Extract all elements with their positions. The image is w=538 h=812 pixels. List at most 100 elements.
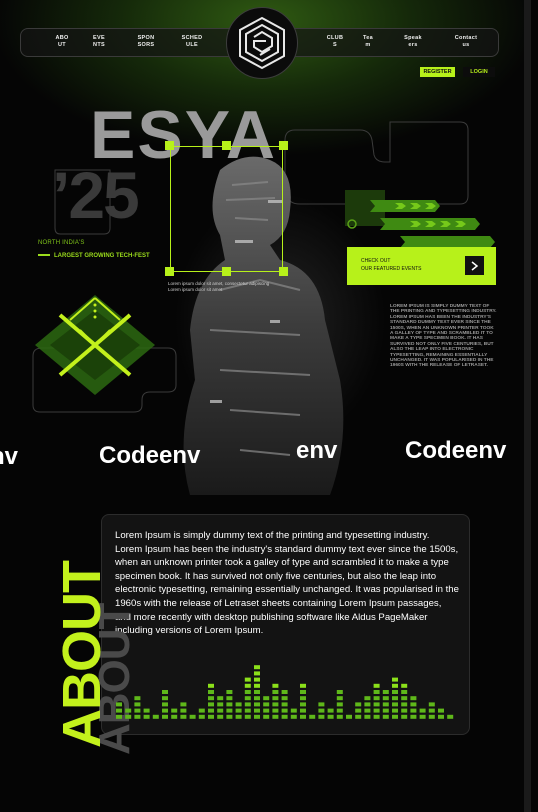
equalizer-segment [419, 714, 426, 719]
equalizer-segment [300, 696, 306, 701]
equalizer-segment [208, 714, 214, 719]
cta-text: CHECK OUT OUR FEATURED EVENTS [361, 257, 421, 273]
equalizer-segment [392, 677, 398, 682]
equalizer-segment [428, 702, 435, 707]
frame-handle [222, 141, 231, 150]
equalizer-segment [254, 690, 260, 694]
tagline-main: LARGEST GROWING TECH-FEST [54, 253, 150, 259]
equalizer-segment [364, 708, 371, 713]
equalizer-segment [401, 683, 408, 688]
equalizer-segment [254, 677, 260, 682]
equalizer-segment [254, 708, 260, 713]
equalizer-segment [162, 708, 168, 713]
equalizer-segment [244, 708, 251, 713]
equalizer-segment [401, 714, 408, 719]
equalizer-segment [134, 696, 141, 701]
equalizer-segment [392, 702, 398, 707]
equalizer-segment [290, 714, 297, 719]
equalizer-segment [355, 714, 362, 719]
marquee-text: env [296, 437, 338, 464]
equalizer-segment [300, 683, 306, 688]
equalizer-segment [244, 714, 251, 719]
marquee-text: nv [0, 443, 19, 470]
equalizer-segment [401, 696, 408, 701]
equalizer-segment [162, 696, 168, 701]
equalizer-segment [208, 690, 214, 694]
equalizer-segment [198, 714, 205, 719]
equalizer-segment [364, 702, 371, 707]
equalizer-segment [382, 690, 389, 694]
hero-selection-frame [170, 146, 283, 272]
equalizer-segment [392, 683, 398, 688]
equalizer-segment [116, 708, 122, 713]
equalizer-segment [272, 708, 279, 713]
equalizer-segment [254, 665, 260, 670]
equalizer-segment [162, 714, 168, 719]
equalizer-segment [116, 702, 122, 707]
frame-handle [165, 267, 174, 276]
equalizer-segment [171, 714, 178, 719]
equalizer-segment [134, 702, 141, 707]
equalizer-segment [336, 696, 343, 701]
equalizer-segment [318, 714, 325, 719]
equalizer-segment [235, 714, 242, 719]
equalizer-segment [373, 714, 380, 719]
equalizer-segment [300, 690, 306, 694]
page: ABO UT EVE NTS SPON SORS SCHED ULE CLUB … [0, 0, 531, 812]
cta-line-2: OUR FEATURED EVENTS [361, 266, 422, 272]
equalizer-segment [410, 714, 417, 719]
equalizer-segment [373, 708, 380, 713]
equalizer-segment [300, 702, 306, 707]
equalizer-segment [272, 683, 279, 688]
equalizer-segment [382, 714, 389, 719]
equalizer-segment [373, 696, 380, 701]
equalizer-segment [281, 714, 288, 719]
equalizer-segment [272, 702, 279, 707]
equalizer-segment [143, 708, 150, 713]
scrollbar[interactable] [524, 0, 531, 812]
equalizer-segment [382, 708, 389, 713]
equalizer-segment [410, 708, 417, 713]
equalizer-segment [217, 696, 224, 701]
equalizer-segment [125, 708, 132, 713]
equalizer-segment [438, 708, 444, 713]
equalizer-segment [263, 714, 270, 719]
equalizer-segment [281, 696, 288, 701]
equalizer-segment [226, 708, 233, 713]
equalizer-segment [208, 683, 214, 688]
equalizer-segment [208, 696, 214, 701]
equalizer-segment [272, 714, 279, 719]
frame-handle [279, 267, 288, 276]
equalizer-segment [281, 690, 288, 694]
featured-events-cta[interactable]: CHECK OUT OUR FEATURED EVENTS [347, 247, 496, 285]
equalizer-segment [208, 702, 214, 707]
equalizer-segment [392, 708, 398, 713]
equalizer-segment [152, 714, 159, 719]
equalizer-segment [162, 690, 168, 694]
equalizer-segment [226, 714, 233, 719]
equalizer-segment [171, 708, 178, 713]
equalizer-segment [410, 696, 417, 701]
marquee-text: Codeenv [99, 442, 201, 469]
equalizer-segment [336, 702, 343, 707]
equalizer-segment [244, 690, 251, 694]
equalizer-segment [392, 696, 398, 701]
equalizer-segment [226, 696, 233, 701]
chevron-arrows-decor [345, 190, 495, 248]
equalizer-segment [355, 702, 362, 707]
equalizer-segment [254, 702, 260, 707]
equalizer-segment [263, 708, 270, 713]
equalizer-segment [373, 683, 380, 688]
equalizer-segment [336, 714, 343, 719]
equalizer-segment [373, 690, 380, 694]
equalizer-segment [134, 714, 141, 719]
equalizer-segment [125, 714, 132, 719]
equalizer-segment [419, 708, 426, 713]
equalizer-segment [162, 702, 168, 707]
tagline-small: NORTH INDIA'S [38, 240, 85, 246]
about-body: Lorem Ipsum is simply dummy text of the … [115, 530, 459, 637]
equalizer-segment [235, 708, 242, 713]
equalizer-segment [254, 671, 260, 676]
equalizer-segment [198, 708, 205, 713]
equalizer-segment [447, 714, 454, 719]
